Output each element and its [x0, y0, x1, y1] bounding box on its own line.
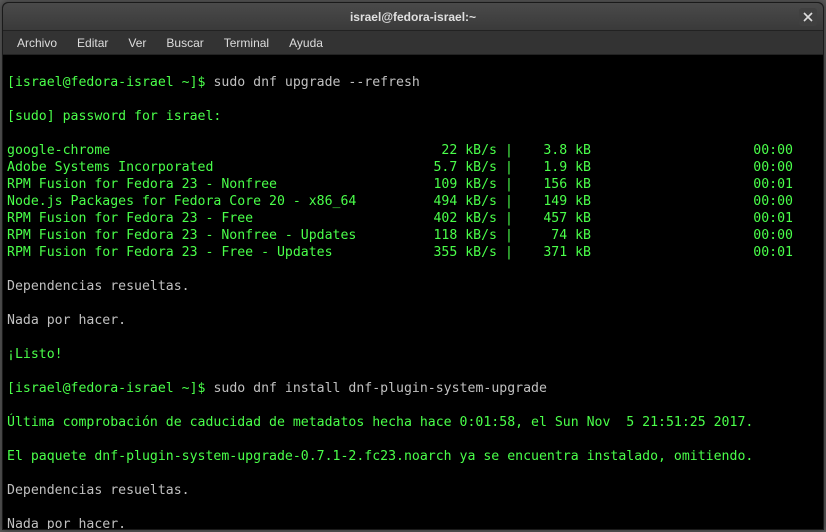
close-icon — [803, 12, 813, 22]
repo-row: Node.js Packages for Fedora Core 20 - x8… — [7, 193, 819, 210]
repo-name: Adobe Systems Incorporated — [7, 159, 407, 176]
menu-terminal[interactable]: Terminal — [216, 33, 277, 53]
separator: | — [497, 193, 521, 210]
repo-row: RPM Fusion for Fedora 23 - Free402 kB/s|… — [7, 210, 819, 227]
repo-list-1: google-chrome22 kB/s|3.8 kB00:00Adobe Sy… — [7, 142, 819, 261]
shell-prompt: [israel@fedora-israel ~]$ — [7, 381, 206, 396]
separator: | — [497, 176, 521, 193]
nothing-todo-2: Nada por hacer. — [7, 516, 819, 529]
repo-speed: 402 kB/s — [407, 210, 497, 227]
separator: | — [497, 142, 521, 159]
window-title: israel@fedora-israel:~ — [350, 10, 476, 24]
repo-row: RPM Fusion for Fedora 23 - Free - Update… — [7, 244, 819, 261]
deps-resolved-2: Dependencias resueltas. — [7, 482, 819, 499]
repo-speed: 22 kB/s — [407, 142, 497, 159]
repo-time: 00:00 — [591, 193, 819, 210]
command-2: sudo dnf install dnf-plugin-system-upgra… — [206, 381, 547, 396]
repo-name: RPM Fusion for Fedora 23 - Nonfree — [7, 176, 407, 193]
repo-time: 00:01 — [591, 176, 819, 193]
menubar: Archivo Editar Ver Buscar Terminal Ayuda — [3, 31, 823, 55]
repo-row: RPM Fusion for Fedora 23 - Nonfree109 kB… — [7, 176, 819, 193]
repo-size: 1.9 kB — [521, 159, 591, 176]
deps-resolved-1: Dependencias resueltas. — [7, 278, 819, 295]
menu-ver[interactable]: Ver — [120, 33, 154, 53]
repo-time: 00:01 — [591, 244, 819, 261]
nothing-todo-1: Nada por hacer. — [7, 312, 819, 329]
terminal-body[interactable]: [israel@fedora-israel ~]$ sudo dnf upgra… — [3, 55, 823, 529]
close-button[interactable] — [799, 8, 817, 26]
separator: | — [497, 227, 521, 244]
repo-size: 156 kB — [521, 176, 591, 193]
repo-name: Node.js Packages for Fedora Core 20 - x8… — [7, 193, 407, 210]
repo-name: google-chrome — [7, 142, 407, 159]
repo-time: 00:00 — [591, 142, 819, 159]
titlebar[interactable]: israel@fedora-israel:~ — [3, 3, 823, 31]
repo-name: RPM Fusion for Fedora 23 - Free — [7, 210, 407, 227]
repo-time: 00:00 — [591, 159, 819, 176]
repo-row: google-chrome22 kB/s|3.8 kB00:00 — [7, 142, 819, 159]
terminal-window: israel@fedora-israel:~ Archivo Editar Ve… — [2, 2, 824, 530]
repo-speed: 5.7 kB/s — [407, 159, 497, 176]
menu-ayuda[interactable]: Ayuda — [281, 33, 331, 53]
repo-speed: 109 kB/s — [407, 176, 497, 193]
repo-size: 371 kB — [521, 244, 591, 261]
repo-size: 149 kB — [521, 193, 591, 210]
done-1: ¡Listo! — [7, 346, 819, 363]
command-1: sudo dnf upgrade --refresh — [206, 75, 420, 90]
repo-speed: 494 kB/s — [407, 193, 497, 210]
repo-size: 74 kB — [521, 227, 591, 244]
shell-prompt: [israel@fedora-israel ~]$ — [7, 75, 206, 90]
menu-editar[interactable]: Editar — [69, 33, 116, 53]
repo-speed: 355 kB/s — [407, 244, 497, 261]
repo-time: 00:00 — [591, 227, 819, 244]
prompt-line-1: [israel@fedora-israel ~]$ sudo dnf upgra… — [7, 74, 819, 91]
sudo-prompt: [sudo] password for israel: — [7, 108, 819, 125]
repo-speed: 118 kB/s — [407, 227, 497, 244]
separator: | — [497, 244, 521, 261]
prompt-line-2: [israel@fedora-israel ~]$ sudo dnf insta… — [7, 380, 819, 397]
repo-row: RPM Fusion for Fedora 23 - Nonfree - Upd… — [7, 227, 819, 244]
repo-name: RPM Fusion for Fedora 23 - Nonfree - Upd… — [7, 227, 407, 244]
menu-buscar[interactable]: Buscar — [158, 33, 211, 53]
repo-row: Adobe Systems Incorporated5.7 kB/s|1.9 k… — [7, 159, 819, 176]
separator: | — [497, 210, 521, 227]
meta-check: Última comprobación de caducidad de meta… — [7, 414, 819, 431]
separator: | — [497, 159, 521, 176]
menu-archivo[interactable]: Archivo — [9, 33, 65, 53]
repo-time: 00:01 — [591, 210, 819, 227]
repo-size: 457 kB — [521, 210, 591, 227]
repo-size: 3.8 kB — [521, 142, 591, 159]
already-installed: El paquete dnf-plugin-system-upgrade-0.7… — [7, 448, 819, 465]
repo-name: RPM Fusion for Fedora 23 - Free - Update… — [7, 244, 407, 261]
